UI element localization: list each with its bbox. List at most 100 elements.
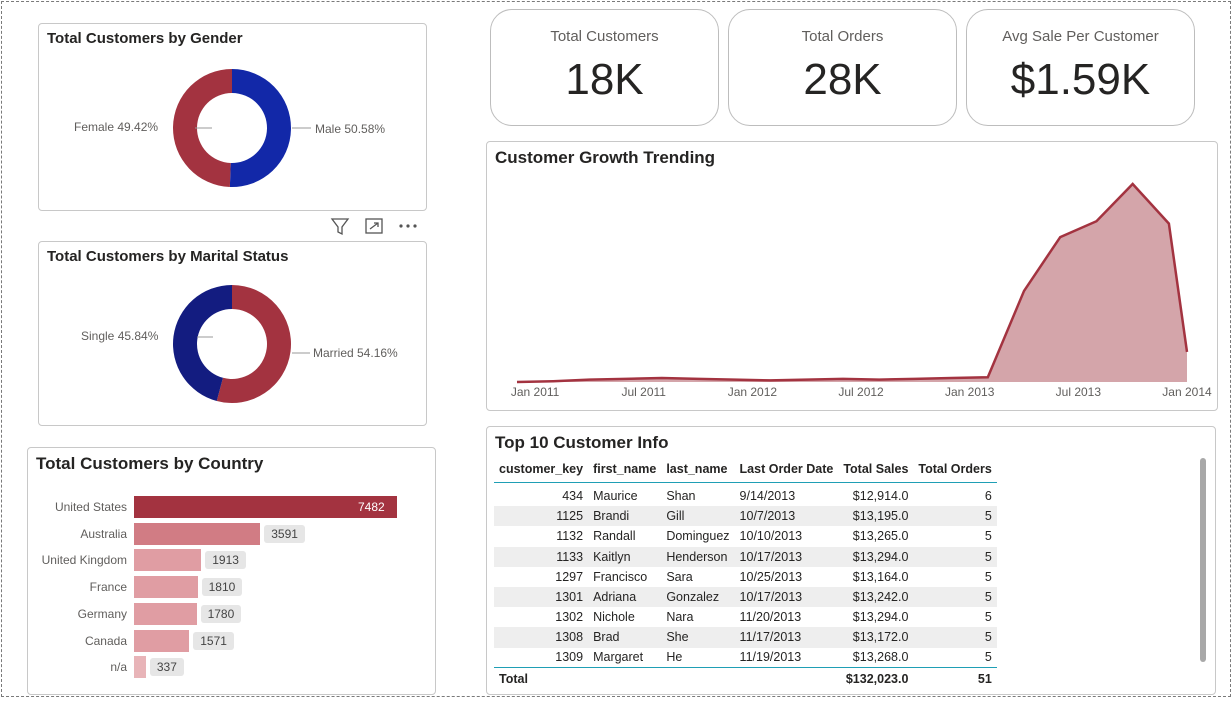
top-customers-title: Top 10 Customer Info — [495, 433, 669, 452]
bar-row[interactable]: Canada 1571 — [28, 629, 437, 652]
table-cell: 5 — [913, 586, 997, 608]
focus-mode-icon[interactable] — [362, 214, 386, 238]
kpi-value: 28K — [803, 55, 882, 104]
table-cell: 11/19/2013 — [739, 650, 802, 665]
country-chart-card[interactable]: Total Customers by Country United States… — [27, 447, 436, 695]
table-cell: 5 — [913, 546, 997, 567]
table-row[interactable]: 1308 Brad She 11/17/2013 $13,172.0 5 — [494, 627, 997, 648]
bar[interactable] — [134, 629, 190, 652]
bar[interactable] — [134, 602, 197, 625]
more-options-icon[interactable] — [396, 214, 420, 238]
table-cell: 10/7/2013 — [734, 506, 839, 527]
table-row[interactable]: 1133 Kaitlyn Henderson 10/17/2013 $13,294.0 5 — [494, 546, 997, 567]
kpi-value: 18K — [565, 55, 644, 104]
bar-row[interactable]: United States 7482 — [28, 496, 437, 518]
column-header[interactable]: first_name — [588, 456, 662, 483]
table-cell: $13,242.0 — [838, 586, 914, 608]
total-empty-cell — [661, 667, 735, 690]
marital-chart-card[interactable]: Total Customers by Marital Status Single… — [38, 241, 427, 426]
female-label: Female 49.42% — [74, 120, 159, 134]
table-cell: 5 — [984, 529, 992, 544]
table-cell: $13,164.0 — [852, 569, 909, 584]
bar[interactable] — [134, 549, 202, 572]
table-cell: Brad — [588, 627, 662, 648]
filter-icon[interactable] — [328, 214, 352, 238]
kpi-avg-sale[interactable]: Avg Sale Per Customer $1.59K — [966, 9, 1195, 126]
x-tick-label: Jul 2013 — [1056, 385, 1102, 399]
bar-row[interactable]: France 1810 — [28, 576, 437, 599]
kpi-total-orders[interactable]: Total Orders 28K — [728, 9, 957, 126]
table-row[interactable]: 1125 Brandi Gill 10/7/2013 $13,195.0 5 — [494, 506, 997, 527]
table-cell: Adriana — [588, 586, 662, 608]
table-cell: 1132 — [556, 529, 584, 544]
total-orders: 51 — [913, 667, 997, 690]
column-header[interactable]: Last Order Date — [734, 456, 839, 483]
table-cell: 10/17/2013 — [734, 586, 839, 608]
growth-chart-card[interactable]: Customer Growth Trending Jan 2011 Jul 201… — [486, 141, 1218, 411]
bar-value-label: 7482 — [358, 500, 385, 514]
bar-row[interactable]: n/a 337 — [28, 656, 437, 679]
column-header[interactable]: Total Sales — [838, 456, 914, 483]
bar-value-label: 337 — [149, 658, 184, 677]
column-header[interactable]: Total Orders — [913, 456, 997, 483]
bar-row[interactable]: United Kingdom 1913 — [28, 549, 437, 572]
top-customers-card[interactable]: Top 10 Customer Info customer_key first_n… — [486, 426, 1216, 695]
bar-value-label: 3591 — [264, 524, 305, 543]
x-tick-label: Jan 2012 — [728, 385, 778, 399]
bar-category-label: n/a — [110, 660, 127, 675]
table-cell: 5 — [984, 650, 992, 665]
table-row[interactable]: 434 Maurice Shan 9/14/2013 $12,914.0 6 — [494, 486, 997, 506]
male-label: Male 50.58% — [315, 122, 386, 136]
table-cell: 6 — [984, 489, 992, 504]
top-customers-table: customer_key first_name last_name Last Orde… — [494, 456, 997, 690]
table-cell: 5 — [913, 627, 997, 648]
kpi-label: Total Orders — [801, 28, 884, 45]
table-cell: 9/14/2013 — [739, 489, 796, 504]
bar-category-label: Australia — [80, 526, 127, 541]
table-cell: Francisco — [593, 569, 648, 584]
table-cell: $13,294.0 — [852, 610, 909, 625]
table-cell: 10/25/2013 — [739, 569, 803, 584]
table-cell: $13,268.0 — [852, 650, 909, 665]
table-cell: Kaitlyn — [588, 546, 662, 567]
bar[interactable] — [134, 656, 146, 679]
table-cell: $12,914.0 — [852, 489, 909, 504]
bar[interactable] — [134, 576, 198, 599]
table-cell: $13,294.0 — [838, 546, 914, 567]
table-cell: 434 — [562, 489, 584, 504]
kpi-label: Avg Sale Per Customer — [1002, 28, 1159, 45]
x-tick-label: Jan 2011 — [511, 385, 560, 399]
kpi-label: Total Customers — [550, 28, 659, 45]
table-row[interactable]: 1302 Nichole Nara 11/20/2013 $13,294.0 5 — [494, 607, 997, 627]
table-row[interactable]: 1132 Randall Dominguez 10/10/2013 $13,265.0 5 — [494, 526, 997, 546]
table-header-row: customer_key first_name last_name Last Orde… — [494, 456, 997, 483]
table-row[interactable]: 1297 Francisco Sara 10/25/2013 $13,164.0 5 — [494, 567, 997, 587]
table-cell: 1125 — [494, 506, 589, 527]
x-tick-label: Jul 2012 — [838, 385, 884, 399]
total-label: Total — [494, 667, 589, 690]
table-cell: Nara — [666, 610, 694, 625]
table-cell: Shan — [666, 489, 696, 504]
table-cell: 11/17/2013 — [734, 627, 839, 648]
gender-chart-card[interactable]: Total Customers by Gender Female 49.42% … — [38, 23, 427, 211]
table-row[interactable]: 1301 Adriana Gonzalez 10/17/2013 $13,242.0 5 — [494, 586, 997, 608]
kpi-value: $1.59K — [1010, 55, 1151, 104]
table-scrollbar[interactable] — [1200, 458, 1206, 662]
table-cell: Brandi — [588, 506, 662, 527]
table-cell: 5 — [913, 506, 997, 527]
bar-value-label: 1913 — [205, 551, 246, 570]
bar-row[interactable]: Australia 3591 — [28, 522, 437, 545]
table-row[interactable]: 1309 Margaret He 11/19/2013 $13,268.0 5 — [494, 648, 997, 668]
growth-area-chart: Jan 2011 Jul 2011 Jan 2012 Jul 2012 Jan 2013… — [511, 182, 1212, 399]
table-cell: 10/17/2013 — [734, 546, 839, 567]
kpi-total-customers[interactable]: Total Customers 18K — [490, 9, 719, 126]
donut-slice-male[interactable] — [229, 69, 291, 187]
table-cell: 1309 — [555, 650, 584, 665]
table-cell: Henderson — [661, 546, 735, 567]
bar-row[interactable]: Germany 1780 — [28, 602, 437, 625]
column-header[interactable]: customer_key — [494, 456, 589, 483]
table-cell: 1302 — [555, 610, 584, 625]
table-total-row: Total $132,023.0 51 — [494, 667, 997, 690]
bar[interactable] — [134, 522, 261, 545]
column-header[interactable]: last_name — [661, 456, 735, 483]
